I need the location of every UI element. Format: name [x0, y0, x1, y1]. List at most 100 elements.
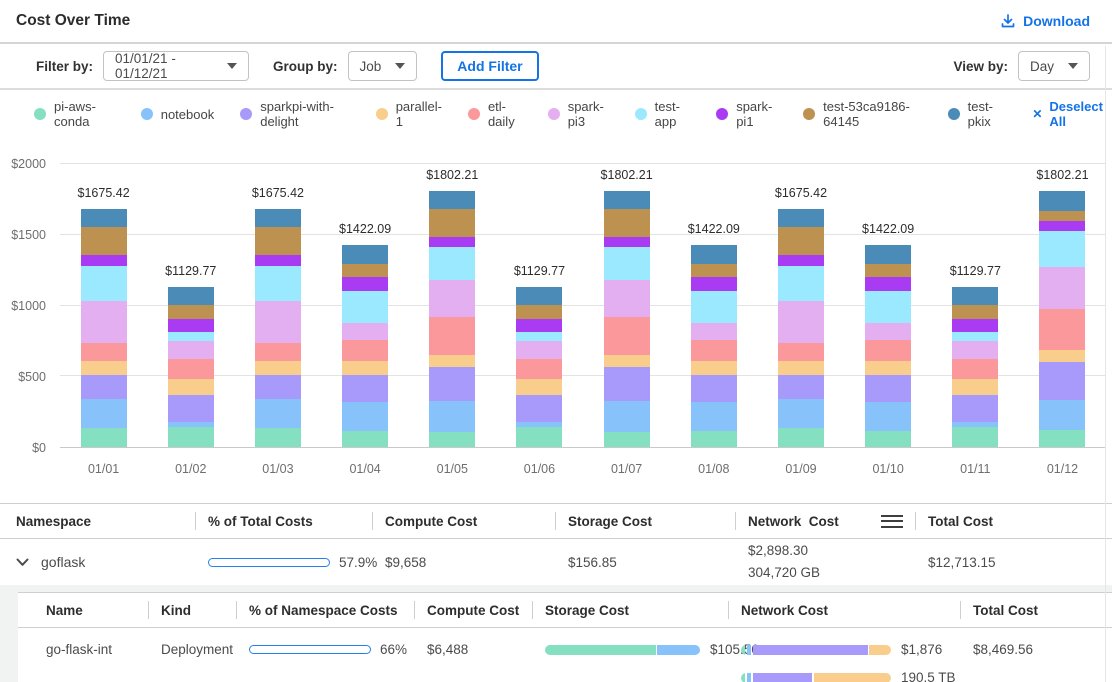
bar-segment-pi-aws-conda[interactable] — [691, 431, 737, 447]
bar-segment-sparkpi-with-delight[interactable] — [778, 375, 824, 399]
bar-segment-pi-aws-conda[interactable] — [604, 432, 650, 447]
bar-segment-test-app[interactable] — [1039, 231, 1085, 267]
bar-segment-sparkpi-with-delight[interactable] — [865, 375, 911, 402]
column-header-network-cost[interactable]: Network Cost — [735, 504, 915, 538]
bar-segment-parallel-1[interactable] — [516, 379, 562, 394]
bar-segment-parallel-1[interactable] — [778, 361, 824, 375]
bar-segment-spark-pi3[interactable] — [81, 301, 127, 342]
bar-segment-etl-daily[interactable] — [1039, 309, 1085, 349]
bar-segment-spark-pi1[interactable] — [516, 319, 562, 332]
bar-segment-spark-pi3[interactable] — [255, 301, 301, 342]
deselect-all-button[interactable]: ✕ Deselect All — [1032, 99, 1112, 129]
bar-segment-test-app[interactable] — [429, 247, 475, 280]
bar-segment-spark-pi3[interactable] — [342, 323, 388, 340]
bar-segment-pi-aws-conda[interactable] — [516, 427, 562, 447]
bar-segment-spark-pi1[interactable] — [952, 319, 998, 332]
bar-segment-pi-aws-conda[interactable] — [865, 431, 911, 447]
bar-segment-parallel-1[interactable] — [255, 361, 301, 375]
bar-segment-test-app[interactable] — [168, 332, 214, 341]
bar-segment-etl-daily[interactable] — [865, 340, 911, 361]
column-header--of-namespace-costs[interactable]: % of Namespace Costs — [236, 593, 414, 627]
bar-segment-spark-pi1[interactable] — [429, 237, 475, 247]
bar-segment-test-app[interactable] — [604, 247, 650, 280]
bar-segment-spark-pi3[interactable] — [604, 280, 650, 318]
bar-segment-test-app[interactable] — [81, 266, 127, 302]
bar-segment-test-53ca9186-64145[interactable] — [778, 227, 824, 255]
bar-segment-pi-aws-conda[interactable] — [255, 428, 301, 447]
bar-segment-sparkpi-with-delight[interactable] — [168, 395, 214, 422]
bar-segment-spark-pi1[interactable] — [255, 255, 301, 265]
legend-item-test-app[interactable]: test-app — [635, 99, 691, 129]
legend-item-pi-aws-conda[interactable]: pi-aws-conda — [34, 99, 115, 129]
bar-segment-sparkpi-with-delight[interactable] — [81, 375, 127, 399]
stacked-bar-01/11[interactable] — [952, 287, 998, 447]
legend-item-spark-pi3[interactable]: spark-pi3 — [548, 99, 609, 129]
bar-segment-spark-pi3[interactable] — [1039, 267, 1085, 309]
bar-segment-sparkpi-with-delight[interactable] — [604, 367, 650, 401]
bar-segment-test-pkix[interactable] — [429, 191, 475, 209]
group-by-select[interactable]: Job — [348, 51, 418, 81]
bar-segment-test-pkix[interactable] — [691, 245, 737, 264]
bar-segment-parallel-1[interactable] — [81, 361, 127, 375]
bar-segment-etl-daily[interactable] — [429, 317, 475, 355]
column-header--of-total-costs[interactable]: % of Total Costs — [195, 504, 372, 538]
bar-segment-etl-daily[interactable] — [691, 340, 737, 361]
bar-segment-test-53ca9186-64145[interactable] — [429, 209, 475, 237]
bar-segment-etl-daily[interactable] — [168, 359, 214, 380]
column-menu-icon[interactable] — [881, 515, 903, 528]
bar-segment-pi-aws-conda[interactable] — [342, 431, 388, 447]
bar-segment-test-pkix[interactable] — [516, 287, 562, 305]
bar-segment-notebook[interactable] — [255, 399, 301, 428]
bar-segment-sparkpi-with-delight[interactable] — [429, 367, 475, 401]
bar-segment-notebook[interactable] — [1039, 400, 1085, 431]
bar-segment-test-53ca9186-64145[interactable] — [168, 305, 214, 319]
bar-segment-test-pkix[interactable] — [604, 191, 650, 209]
bar-segment-sparkpi-with-delight[interactable] — [1039, 362, 1085, 400]
bar-segment-spark-pi1[interactable] — [778, 255, 824, 265]
bar-segment-notebook[interactable] — [429, 401, 475, 431]
stacked-bar-01/12[interactable] — [1039, 191, 1085, 447]
column-header-kind[interactable]: Kind — [148, 593, 236, 627]
bar-segment-sparkpi-with-delight[interactable] — [516, 395, 562, 422]
legend-item-parallel-1[interactable]: parallel-1 — [376, 99, 442, 129]
column-header-total-cost[interactable]: Total Cost — [915, 504, 1096, 538]
namespace-expand-toggle[interactable]: goflask — [16, 554, 195, 570]
bar-segment-etl-daily[interactable] — [952, 359, 998, 380]
stacked-bar-01/02[interactable] — [168, 287, 214, 447]
bar-segment-test-53ca9186-64145[interactable] — [865, 264, 911, 277]
bar-segment-notebook[interactable] — [691, 402, 737, 431]
bar-segment-spark-pi3[interactable] — [865, 323, 911, 340]
scroll-track[interactable] — [1105, 46, 1106, 682]
stacked-bar-01/08[interactable] — [691, 245, 737, 447]
bar-segment-notebook[interactable] — [81, 399, 127, 428]
bar-segment-test-pkix[interactable] — [81, 209, 127, 227]
bar-segment-sparkpi-with-delight[interactable] — [342, 375, 388, 402]
column-header-total-cost[interactable]: Total Cost — [960, 593, 1112, 627]
bar-segment-test-53ca9186-64145[interactable] — [342, 264, 388, 277]
bar-segment-test-pkix[interactable] — [952, 287, 998, 305]
bar-segment-spark-pi1[interactable] — [168, 319, 214, 332]
bar-segment-test-53ca9186-64145[interactable] — [952, 305, 998, 319]
bar-segment-test-pkix[interactable] — [1039, 191, 1085, 211]
view-by-select[interactable]: Day — [1018, 51, 1090, 81]
bar-segment-spark-pi1[interactable] — [865, 277, 911, 290]
legend-item-spark-pi1[interactable]: spark-pi1 — [716, 99, 777, 129]
bar-segment-pi-aws-conda[interactable] — [952, 427, 998, 447]
bar-segment-test-app[interactable] — [691, 291, 737, 323]
bar-segment-parallel-1[interactable] — [168, 379, 214, 394]
bar-segment-test-pkix[interactable] — [168, 287, 214, 305]
bar-segment-parallel-1[interactable] — [342, 361, 388, 375]
bar-segment-pi-aws-conda[interactable] — [81, 428, 127, 447]
bar-segment-spark-pi1[interactable] — [342, 277, 388, 290]
column-header-network-cost[interactable]: Network Cost — [728, 593, 960, 627]
bar-segment-spark-pi3[interactable] — [778, 301, 824, 342]
bar-segment-spark-pi3[interactable] — [691, 323, 737, 340]
date-range-select[interactable]: 01/01/21 - 01/12/21 — [103, 51, 249, 81]
bar-segment-etl-daily[interactable] — [342, 340, 388, 361]
bar-segment-spark-pi1[interactable] — [691, 277, 737, 290]
bar-segment-test-53ca9186-64145[interactable] — [81, 227, 127, 255]
bar-segment-parallel-1[interactable] — [865, 361, 911, 375]
bar-segment-pi-aws-conda[interactable] — [429, 432, 475, 447]
stacked-bar-01/01[interactable] — [81, 209, 127, 447]
bar-segment-test-pkix[interactable] — [778, 209, 824, 227]
